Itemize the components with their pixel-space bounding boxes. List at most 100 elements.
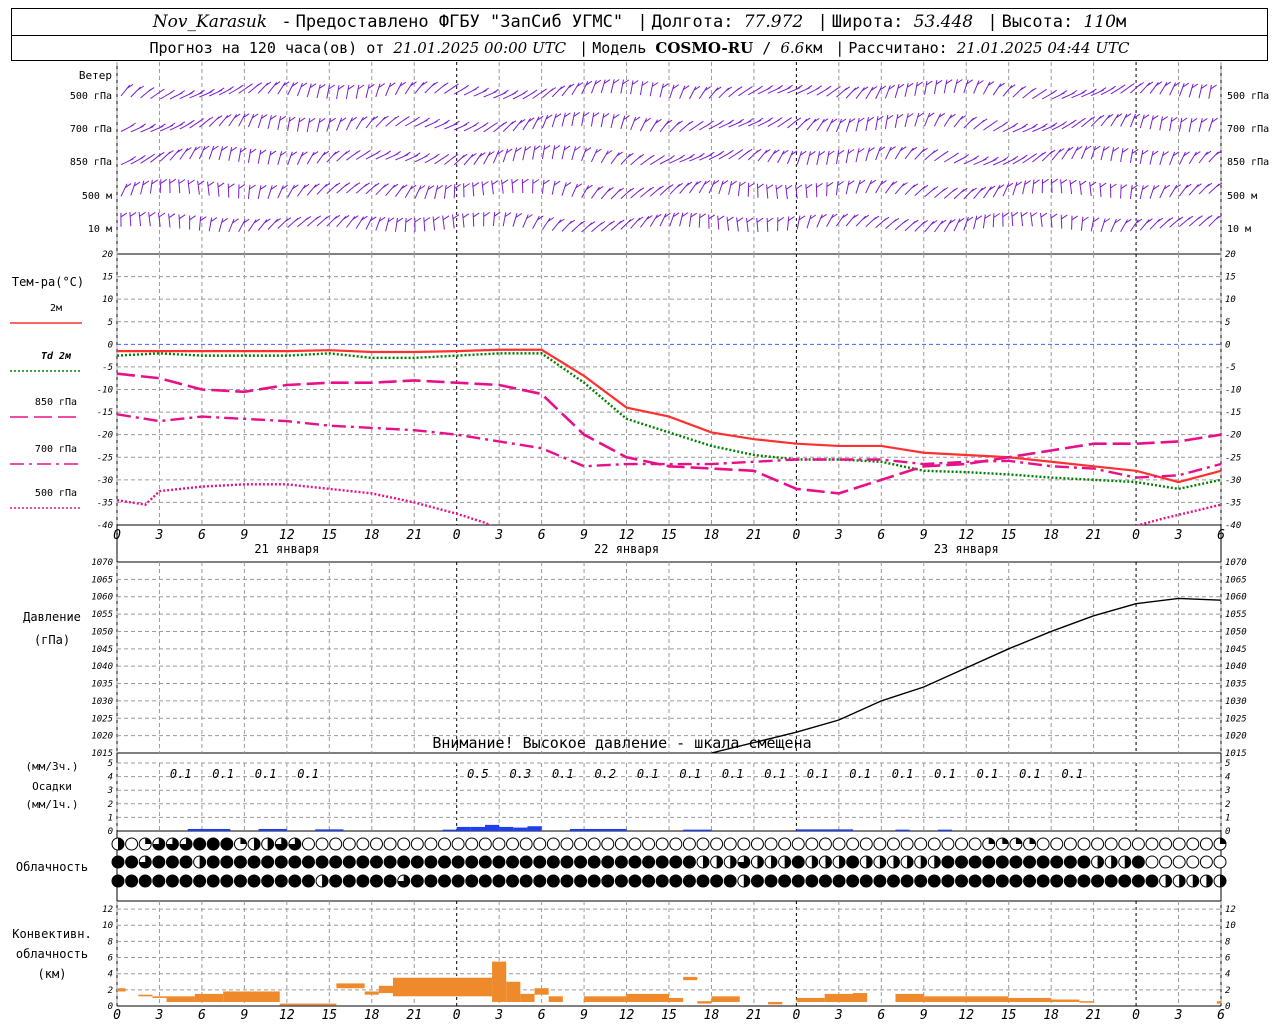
pressure-ytick-right: 1045: [1225, 645, 1247, 655]
cloud-symbol: [669, 837, 683, 851]
cloud-symbol-fill: [302, 856, 315, 868]
cloud-symbol: [1199, 837, 1213, 851]
cloud-symbol: [383, 837, 397, 851]
cloud-symbol-fill: [520, 875, 533, 887]
cloud-symbol-fill: [261, 875, 274, 887]
conv-cloud-bar: [1216, 1001, 1221, 1004]
cloud-symbol-fill: [560, 856, 573, 868]
pressure-ytick-right: 1050: [1225, 627, 1247, 637]
x-tick-label-bottom: 0: [453, 1008, 461, 1023]
cloud-symbol-fill: [533, 875, 546, 887]
precip-3h-label: 0.1: [934, 767, 956, 781]
pressure-ytick-right: 1040: [1225, 662, 1247, 672]
cloud-symbol-fill: [724, 875, 737, 887]
cloud-symbol-fill: [683, 875, 696, 887]
cloud-symbol-fill: [261, 856, 274, 868]
cloud-symbol-fill: [1097, 856, 1104, 868]
cloud-symbol: [968, 837, 982, 851]
conv-cloud-bar: [711, 996, 740, 1002]
cloud-symbol-fill: [452, 856, 465, 868]
cloud-symbol-fill: [996, 856, 1009, 868]
cloud-symbol-fill: [180, 856, 193, 868]
cloud-symbol-fill: [588, 856, 601, 868]
cloud-symbol-fill: [220, 875, 233, 887]
cloud-symbol-fill: [730, 856, 737, 868]
cloud-symbol-fill: [145, 838, 152, 844]
cloud-symbol-fill: [316, 856, 329, 868]
precip-bar: [527, 826, 542, 831]
cloud-symbol-fill: [1132, 875, 1145, 887]
cloud-symbol: [750, 837, 764, 851]
cloud-symbol: [818, 837, 832, 851]
cloud-symbol-fill: [199, 856, 206, 868]
x-tick-label: 12: [619, 528, 635, 543]
cloud-symbol: [1063, 837, 1077, 851]
cloud-symbol: [614, 837, 628, 851]
cloud-symbol-fill: [1118, 875, 1131, 887]
temp-ytick-right: -30: [1225, 476, 1241, 486]
temp-ytick-right: -25: [1225, 453, 1241, 463]
cloud-symbol-fill: [833, 875, 846, 887]
cloud-symbol-fill: [275, 856, 288, 868]
cloud-symbol: [1131, 837, 1145, 851]
cloud-symbol-fill: [1029, 838, 1036, 844]
cloud-symbol-fill: [1132, 856, 1145, 868]
cloud-symbol-fill: [778, 875, 791, 887]
cloud-symbol: [832, 837, 846, 851]
precip-ytick-right: 5: [1225, 759, 1230, 769]
cloud-symbol: [424, 837, 438, 851]
cloud-symbol-fill: [166, 875, 179, 887]
cloud-symbol-fill: [1220, 838, 1226, 844]
cloud-symbol-fill: [193, 838, 206, 850]
precip-ytick-right: 0: [1225, 827, 1230, 837]
conv-cloud-bar: [492, 961, 507, 1002]
conv-cloud-bar: [194, 993, 224, 1002]
cloud-symbol-fill: [669, 856, 682, 868]
wind-panel-title: Ветер: [79, 69, 112, 82]
conv-cloud-bar: [534, 988, 549, 995]
temp-ytick-right: 0: [1225, 340, 1230, 350]
x-tick-label: 15: [1001, 528, 1017, 543]
conv-cloud-bar: [506, 981, 521, 1002]
cloud-symbol-fill: [703, 856, 710, 868]
cloud-symbol: [628, 837, 642, 851]
cloud-symbol-fill: [452, 875, 465, 887]
cloud-symbol-fill: [1050, 875, 1063, 887]
cloud-symbol-fill: [574, 856, 587, 868]
precip-3h-label: 0.1: [977, 767, 999, 781]
conv-cloud-bar: [923, 996, 1009, 1002]
conv-ytick-right: 6: [1225, 954, 1230, 964]
temp-legend-label: 500 гПа: [35, 488, 77, 499]
cloud-symbol: [1104, 837, 1118, 851]
cloud-symbol-fill: [1091, 875, 1104, 887]
pressure-ytick-left: 1055: [91, 610, 113, 620]
cloud-symbol: [1145, 855, 1159, 869]
pressure-ytick-right: 1060: [1225, 593, 1247, 603]
temp-ytick-left: 5: [108, 318, 113, 328]
pressure-ytick-left: 1050: [91, 627, 113, 637]
cloud-symbol-fill: [893, 856, 900, 868]
conv-ytick-right: 8: [1225, 937, 1230, 947]
cloud-symbol-fill: [792, 856, 805, 868]
precip-3h-label: 0.2: [594, 767, 616, 781]
precip-ytick-left: 2: [108, 800, 113, 810]
day-label: 21 января: [254, 542, 319, 556]
wind-level-label-left: 500 гПа: [70, 91, 112, 102]
cloud-symbol: [560, 837, 574, 851]
cloud-symbol: [1213, 855, 1227, 869]
cloud-symbol: [587, 837, 601, 851]
conv-ytick-right: 0: [1225, 1002, 1230, 1012]
precip-3h-label: 0.1: [1062, 767, 1084, 781]
cloud-symbol-fill: [118, 838, 124, 850]
conv-cloud-bar: [117, 988, 126, 992]
cloud-symbol: [465, 837, 479, 851]
pressure-ytick-right: 1055: [1225, 610, 1247, 620]
x-tick-label-bottom: 6: [198, 1008, 206, 1023]
cloud-symbol: [914, 837, 928, 851]
cloud-symbol-fill: [139, 875, 152, 887]
precip-unit-bottom: (мм/1ч.): [26, 798, 79, 811]
conv-cloud-bar: [364, 991, 379, 995]
x-tick-label: 6: [877, 528, 885, 543]
cloud-symbol-fill: [125, 856, 138, 868]
conv-cloud-bar: [548, 996, 563, 1002]
